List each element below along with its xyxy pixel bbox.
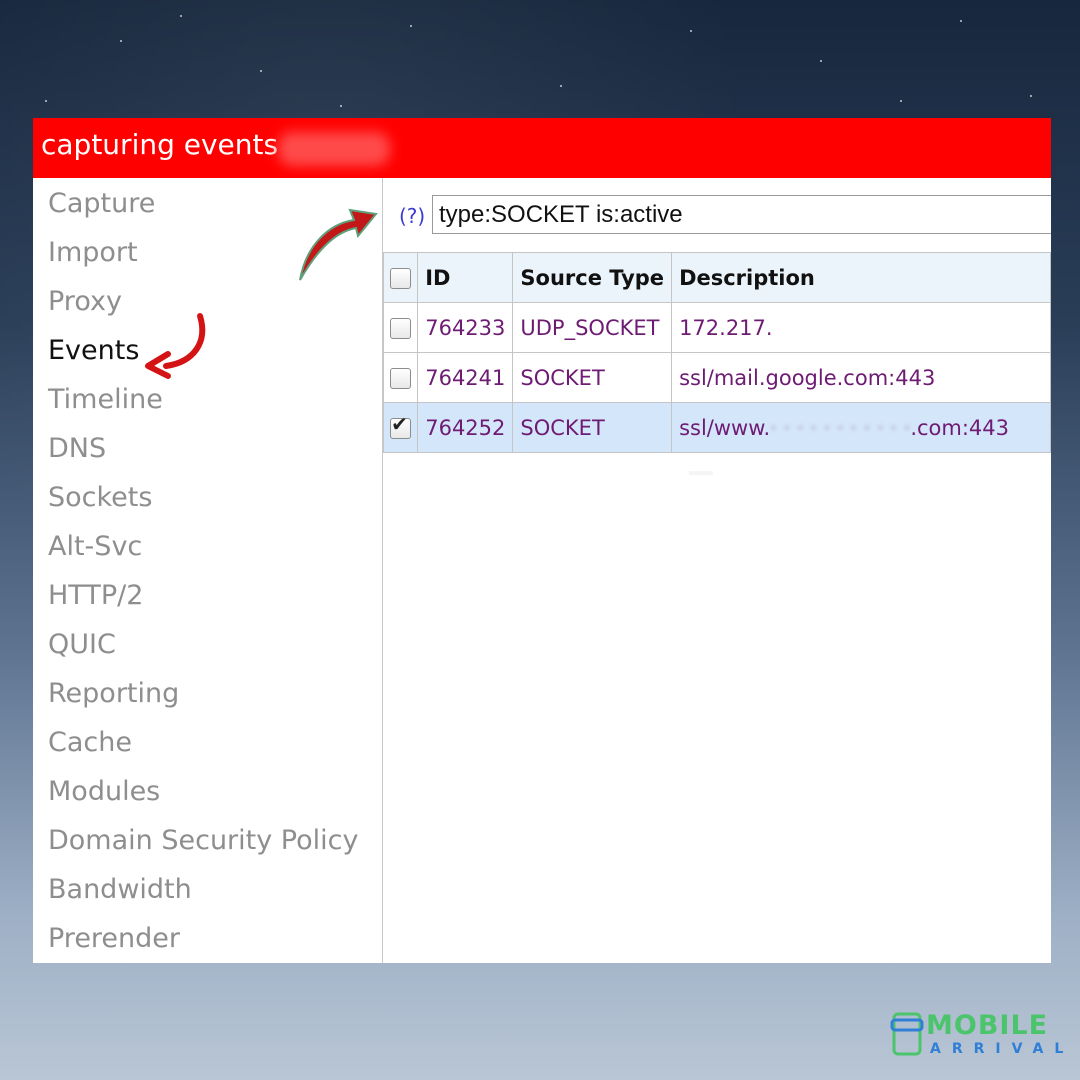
sidebar-item-reporting[interactable]: Reporting (48, 678, 179, 709)
event-source-type[interactable]: UDP_SOCKET (512, 302, 673, 353)
event-id[interactable]: 764233 (417, 302, 514, 353)
column-header-source-type[interactable]: Source Type (512, 252, 673, 303)
row-select-cell: ✔ (382, 402, 419, 453)
mobile-arrival-logo: MOBILE ARRIVAL (890, 1010, 1063, 1060)
sidebar-item-quic[interactable]: QUIC (48, 629, 116, 660)
events-panel: (?) type:SOCKET is:active ID Source Type… (382, 178, 1051, 963)
row-checkbox[interactable] (390, 318, 412, 339)
sidebar-item-timeline[interactable]: Timeline (48, 384, 163, 415)
row-checkbox[interactable] (390, 368, 412, 389)
event-source-type[interactable]: SOCKET (512, 352, 673, 403)
column-header-description[interactable]: Description (671, 252, 1051, 303)
row-checkbox-checked[interactable]: ✔ (390, 414, 412, 439)
table-row[interactable]: 764241 SOCKET ssl/mail.google.com:443 (382, 352, 1051, 403)
sidebar-nav: Capture Import Proxy Events Timeline DNS… (33, 178, 383, 963)
sidebar-item-http2[interactable]: HTTP/2 (48, 580, 143, 611)
select-all-checkbox[interactable] (390, 268, 412, 289)
annotation-arrow-to-events (145, 313, 206, 379)
checkmark-icon: ✔ (391, 412, 408, 436)
sidebar-item-sockets[interactable]: Sockets (48, 482, 152, 513)
sidebar-item-events[interactable]: Events (48, 335, 139, 366)
sidebar-item-capture[interactable]: Capture (48, 188, 155, 219)
filter-help-link[interactable]: (?) (399, 204, 425, 228)
event-description[interactable]: ssl/mail.google.com:443 (671, 352, 1051, 403)
net-internals-window: capturing events Capture Import Proxy Ev… (33, 118, 1051, 963)
redacted-title-text (278, 132, 390, 166)
capture-status-title: capturing events (41, 128, 279, 161)
select-all-cell (382, 252, 419, 303)
sidebar-item-prerender[interactable]: Prerender (48, 923, 180, 954)
event-description-text: 172.217. (679, 315, 773, 340)
event-id[interactable]: 764252 (417, 402, 514, 453)
event-description-prefix: ssl/www. (679, 415, 771, 440)
sidebar-item-cache[interactable]: Cache (48, 727, 132, 758)
event-id[interactable]: 764241 (417, 352, 514, 403)
event-source-type[interactable]: SOCKET (512, 402, 673, 453)
sidebar-item-alt-svc[interactable]: Alt-Svc (48, 531, 142, 562)
event-description-suffix: .com:443 (910, 415, 1010, 440)
event-description[interactable]: 172.217. (671, 302, 1051, 353)
status-title-bar: capturing events (33, 118, 1051, 178)
redacted-domain: · · · · · · · · · · · (770, 415, 911, 440)
row-select-cell (382, 352, 419, 403)
redacted-ip (773, 316, 826, 340)
sidebar-item-import[interactable]: Import (48, 237, 138, 268)
table-header-row: ID Source Type Description (382, 252, 1051, 303)
event-filter-input[interactable]: type:SOCKET is:active (432, 195, 1051, 234)
phone-icon (890, 1012, 924, 1056)
events-table: ID Source Type Description 764233 UDP_SO… (382, 252, 1051, 453)
sidebar-item-bandwidth[interactable]: Bandwidth (48, 874, 192, 905)
column-header-id[interactable]: ID (417, 252, 514, 303)
logo-wordmark: MOBILE (926, 1010, 1049, 1041)
table-row-selected[interactable]: ✔ 764252 SOCKET ssl/www.· · · · · · · · … (382, 402, 1051, 453)
sidebar-item-proxy[interactable]: Proxy (48, 286, 122, 317)
redaction-mark (689, 471, 713, 475)
sidebar-item-modules[interactable]: Modules (48, 776, 160, 807)
table-row[interactable]: 764233 UDP_SOCKET 172.217. (382, 302, 1051, 353)
annotation-arrow-to-filter (299, 208, 378, 281)
sidebar-item-domain-security-policy[interactable]: Domain Security Policy (48, 825, 358, 856)
event-description[interactable]: ssl/www.· · · · · · · · · · ·.com:443 (671, 402, 1051, 453)
logo-subtitle: ARRIVAL (930, 1041, 1075, 1057)
row-select-cell (382, 302, 419, 353)
sidebar-item-dns[interactable]: DNS (48, 433, 106, 464)
